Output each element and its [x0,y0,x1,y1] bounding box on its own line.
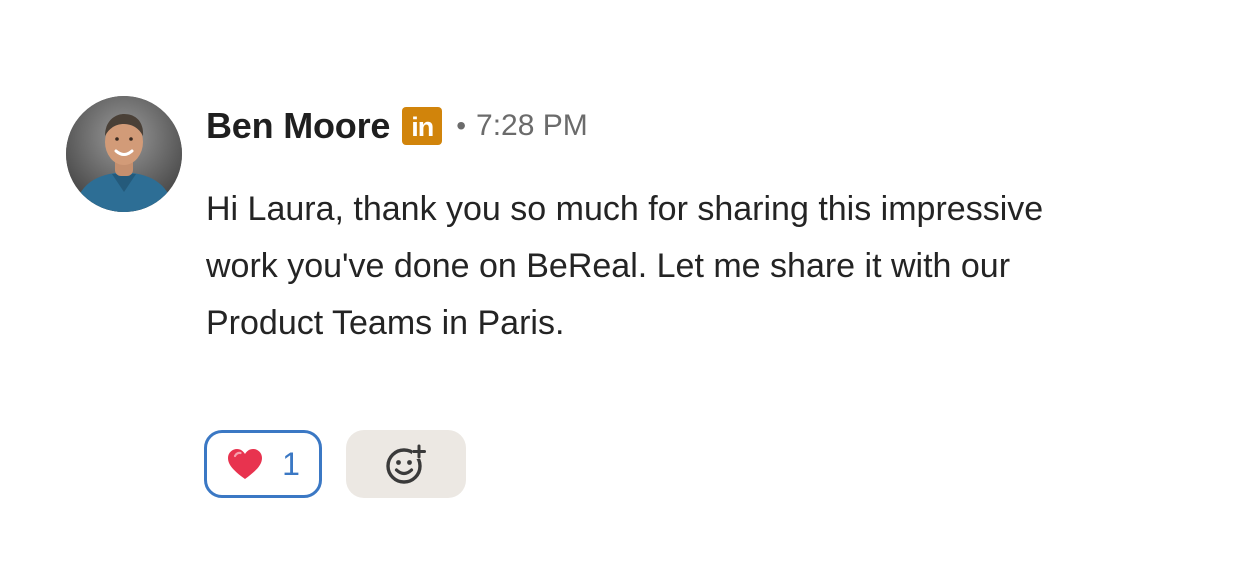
avatar[interactable] [66,96,182,212]
divider [206,344,1186,384]
separator-dot: • [456,110,467,141]
smiley-add-icon [386,444,426,484]
message-line: work you've done on BeReal. Let me share… [206,247,1011,285]
linkedin-icon: in [402,107,443,145]
message-line: Hi Laura, thank you so much for sharing … [206,190,1044,228]
avatar-photo [66,96,182,212]
add-reaction-button[interactable] [346,430,466,498]
message-header: Ben Moore in • 7:28 PM [206,102,588,150]
timestamp: 7:28 PM [476,109,588,142]
sender-name[interactable]: Ben Moore [206,105,390,147]
heart-reaction-button[interactable]: 1 [204,430,322,498]
reaction-count: 1 [282,445,300,482]
message-body: Hi Laura, thank you so much for sharing … [206,181,1216,352]
reactions-bar: 1 [204,430,466,498]
heart-icon [228,449,263,479]
chat-message: Ben Moore in • 7:28 PM Hi Laura, thank y… [0,0,1244,580]
